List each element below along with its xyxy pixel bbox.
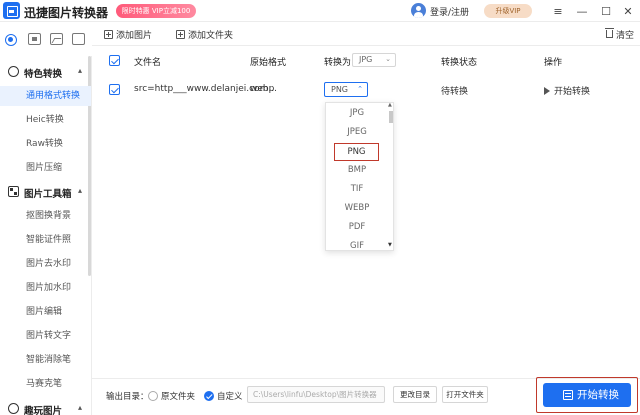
- collapse-icon: ▴: [78, 403, 83, 412]
- row-status: 待转换: [441, 87, 469, 97]
- sidebar-item-id-photo[interactable]: 智能证件照: [0, 230, 91, 250]
- format-option-bmp[interactable]: BMP: [326, 161, 388, 180]
- title-bar: 迅捷图片转换器 限时特惠 VIP立减100 登录/注册 升级VIP ≡ — ☐ …: [0, 0, 640, 22]
- menu-icon[interactable]: ≡: [548, 1, 568, 21]
- convert-icon: [563, 390, 573, 400]
- sidebar-section-toolbox[interactable]: 图片工具箱 ▴: [0, 182, 91, 202]
- output-path-input[interactable]: C:\Users\linfu\Desktop\图片转换器: [247, 386, 385, 403]
- format-option-gif[interactable]: GIF: [326, 237, 388, 250]
- open-folder-button[interactable]: 打开文件夹: [442, 386, 488, 403]
- format-option-pdf[interactable]: PDF: [326, 218, 388, 237]
- app-logo-icon: [3, 2, 20, 19]
- custom-folder-label[interactable]: 自定义: [217, 390, 243, 402]
- add-image-button[interactable]: 添加图片: [104, 27, 152, 41]
- change-dir-button[interactable]: 更改目录: [393, 386, 437, 403]
- row-format-select[interactable]: PNG ⌃: [324, 82, 368, 97]
- row-start-button[interactable]: 开始转换: [544, 84, 590, 97]
- output-dir-label: 输出目录：: [106, 392, 149, 402]
- minimize-button[interactable]: —: [572, 1, 592, 21]
- dropdown-scroll-thumb[interactable]: [389, 111, 393, 123]
- promo-badge[interactable]: 限时特惠 VIP立减100: [116, 4, 196, 18]
- toolbox-icon: [8, 186, 19, 197]
- header-status: 转换状态: [441, 58, 478, 68]
- collapse-icon: ▴: [78, 66, 83, 75]
- play-icon: [544, 87, 550, 95]
- sidebar-item-cutout[interactable]: 抠图换背景: [0, 206, 91, 226]
- header-action: 操作: [544, 58, 563, 68]
- sidebar-item-format-convert[interactable]: 通用格式转换: [0, 86, 91, 106]
- login-link[interactable]: 登录/注册: [430, 5, 469, 18]
- select-all-checkbox[interactable]: [109, 55, 120, 66]
- trash-icon: [605, 28, 614, 38]
- user-avatar-icon[interactable]: [411, 3, 426, 18]
- fun-icon: [8, 403, 19, 414]
- format-option-jpeg[interactable]: JPEG: [326, 123, 388, 142]
- sidebar-item-raw[interactable]: Raw转换: [0, 134, 91, 154]
- dropdown-scrollbar[interactable]: ▲ ▼: [388, 103, 393, 250]
- crop-category-icon[interactable]: [28, 33, 41, 45]
- sidebar-section-fun[interactable]: 趣玩图片 ▴: [0, 399, 91, 415]
- row-checkbox[interactable]: [109, 84, 120, 95]
- edit-category-icon[interactable]: [72, 33, 85, 45]
- row-original-format: webp: [250, 84, 275, 94]
- format-option-png[interactable]: PNG: [334, 143, 379, 161]
- original-folder-label[interactable]: 原文件夹: [161, 390, 195, 402]
- sidebar: 特色转换 ▴ 通用格式转换 Heic转换 Raw转换 图片压缩 图片工具箱 ▴ …: [0, 56, 92, 415]
- chevron-up-icon: ⌃: [357, 85, 363, 93]
- sidebar-item-compress[interactable]: 图片压缩: [0, 158, 91, 178]
- format-dropdown: JPG JPEG PNG BMP TIF WEBP PDF GIF ▲ ▼: [325, 102, 394, 251]
- vip-badge[interactable]: 升级VIP: [484, 4, 532, 18]
- sidebar-icon-bar: [0, 28, 92, 52]
- collapse-icon: ▴: [78, 186, 83, 195]
- image-category-icon[interactable]: [50, 33, 63, 45]
- sidebar-item-add-watermark[interactable]: 图片加水印: [0, 278, 91, 298]
- sidebar-item-remove-watermark[interactable]: 图片去水印: [0, 254, 91, 274]
- scroll-down-icon[interactable]: ▼: [388, 242, 392, 248]
- custom-folder-radio[interactable]: [204, 391, 214, 401]
- app-title: 迅捷图片转换器: [24, 6, 109, 20]
- scroll-up-icon[interactable]: ▲: [388, 103, 392, 108]
- batch-format-select[interactable]: JPG ⌄: [352, 53, 396, 67]
- header-filename: 文件名: [134, 58, 162, 68]
- close-button[interactable]: ✕: [618, 1, 638, 21]
- clear-button[interactable]: 清空: [605, 27, 634, 41]
- header-original-format: 原始格式: [250, 58, 287, 68]
- add-icon: [104, 29, 113, 39]
- format-option-jpg[interactable]: JPG: [326, 104, 388, 123]
- featured-icon: [8, 66, 19, 77]
- sidebar-item-ocr[interactable]: 图片转文字: [0, 326, 91, 346]
- restore-button[interactable]: ☐: [596, 1, 616, 21]
- header-convert-to: 转换为: [324, 58, 352, 68]
- start-convert-button[interactable]: 开始转换: [543, 383, 631, 407]
- add-folder-icon: [176, 29, 185, 39]
- toolbar: 添加图片 添加文件夹 清空: [92, 22, 640, 46]
- sidebar-item-heic[interactable]: Heic转换: [0, 110, 91, 130]
- sidebar-item-eraser[interactable]: 智能消除笔: [0, 350, 91, 370]
- chevron-down-icon: ⌄: [385, 55, 391, 63]
- add-folder-button[interactable]: 添加文件夹: [176, 27, 233, 41]
- sidebar-item-mosaic[interactable]: 马赛克笔: [0, 374, 91, 394]
- format-option-tif[interactable]: TIF: [326, 180, 388, 199]
- format-option-webp[interactable]: WEBP: [326, 199, 388, 218]
- sidebar-item-edit[interactable]: 图片编辑: [0, 302, 91, 322]
- sidebar-section-featured[interactable]: 特色转换 ▴: [0, 62, 91, 82]
- convert-category-icon[interactable]: [4, 33, 17, 46]
- original-folder-radio[interactable]: [148, 391, 158, 401]
